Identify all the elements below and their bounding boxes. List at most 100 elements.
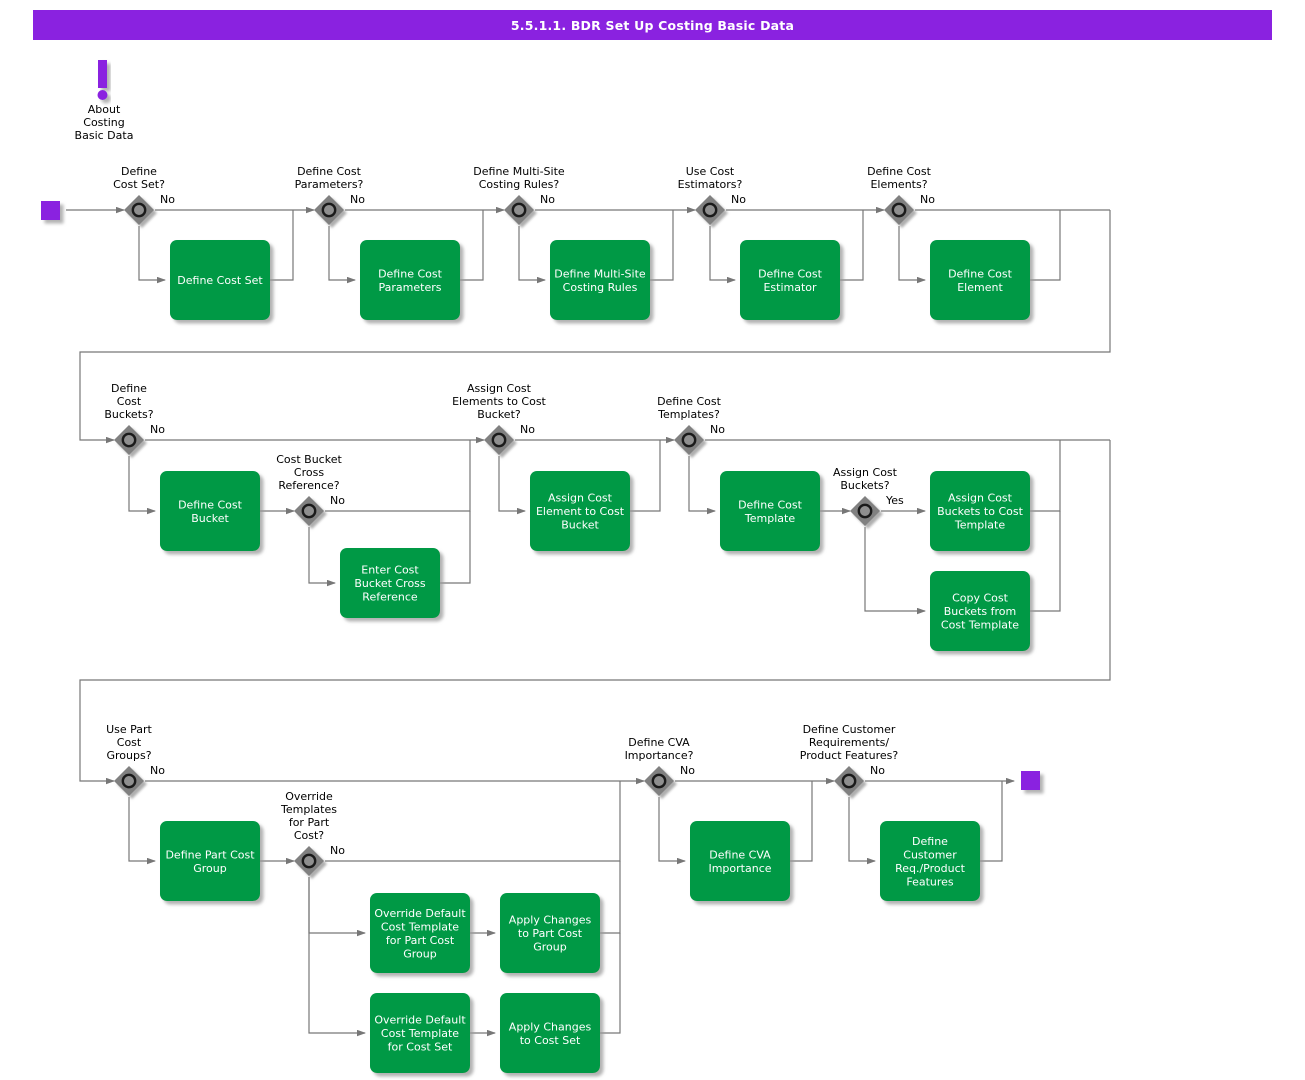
task-label: Bucket Cross xyxy=(354,577,426,590)
gateway-node[interactable]: Define CostParameters? No xyxy=(295,165,366,225)
task-label: Override Default xyxy=(374,907,466,920)
gateway-label: Product Features? xyxy=(800,749,899,762)
gateway-node[interactable]: Assign CostElements to CostBucket? No xyxy=(452,382,547,455)
edge-copy-buckets-merge xyxy=(1030,511,1061,612)
gateway-label: Parameters? xyxy=(295,178,364,191)
gateway-label: Cross xyxy=(294,466,324,479)
edge-t1-merge xyxy=(270,210,294,281)
task-node[interactable]: Define Multi-SiteCosting Rules xyxy=(550,240,650,320)
task-label: Element xyxy=(957,281,1003,294)
edge-g3-yes xyxy=(518,226,546,284)
task-node[interactable]: Copy CostBuckets fromCost Template xyxy=(930,571,1030,651)
edge-t3-merge xyxy=(650,210,674,281)
task-label: Group xyxy=(193,862,227,875)
gateway-branch-label: No xyxy=(150,423,165,436)
task-label: Define Part Cost xyxy=(165,848,255,861)
task-node[interactable]: Assign CostElement to CostBucket xyxy=(530,471,630,551)
gateway-node[interactable]: DefineCostBuckets? No xyxy=(104,382,165,455)
gateway-branch-label: No xyxy=(680,764,695,777)
task-node[interactable]: Enter CostBucket CrossReference xyxy=(340,548,440,618)
task-label: Customer xyxy=(903,848,957,861)
edge-g4-yes xyxy=(709,226,736,284)
task-label: Costing Rules xyxy=(563,281,638,294)
gateway-node[interactable]: Assign CostBuckets? Yes xyxy=(833,466,904,526)
gateway-label: for Part xyxy=(289,816,330,829)
gateway-branch-label: No xyxy=(350,193,365,206)
task-node[interactable]: Define CVAImportance xyxy=(690,821,790,901)
edge-g1-yes xyxy=(138,226,166,284)
gateway-branch-label: No xyxy=(540,193,555,206)
gateway-node[interactable]: Define CustomerRequirements/Product Feat… xyxy=(800,723,899,796)
task-label: Cost Template xyxy=(381,920,459,933)
gateway-label: Buckets? xyxy=(104,408,153,421)
gateway-node[interactable]: DefineCost Set? No xyxy=(113,165,175,225)
task-label: Define CVA xyxy=(709,848,771,861)
gateway-label: Cost Bucket xyxy=(276,453,342,466)
task-node[interactable]: Apply Changesto Part CostGroup xyxy=(500,893,600,973)
gateway-node[interactable]: Cost BucketCrossReference? No xyxy=(276,453,345,526)
task-label: Define Cost xyxy=(948,267,1013,280)
task-label: Features xyxy=(906,875,954,888)
task-label: Parameters xyxy=(379,281,442,294)
gateway-branch-label: No xyxy=(330,494,345,507)
task-node[interactable]: DefineCustomerReq./ProductFeatures xyxy=(880,821,980,901)
gateway-node[interactable]: Define CostTemplates? No xyxy=(657,395,725,455)
task-node[interactable]: Assign CostBuckets to CostTemplate xyxy=(930,471,1030,551)
task-node[interactable]: Define Cost Set xyxy=(170,240,270,320)
task-label: Apply Changes xyxy=(509,914,592,927)
gateway-node[interactable]: Use CostEstimators? No xyxy=(678,165,747,225)
task-node[interactable]: Define CostParameters xyxy=(360,240,460,320)
gateway-node[interactable]: OverrideTemplatesfor PartCost? No xyxy=(280,790,345,876)
task-label: Define Cost Set xyxy=(177,274,263,287)
gateway-label: Elements to Cost xyxy=(452,395,546,408)
edge-g7-no xyxy=(325,440,471,512)
gateway-label: Define Customer xyxy=(803,723,896,736)
gateway-label: Templates? xyxy=(657,408,720,421)
task-node[interactable]: Define CostElement xyxy=(930,240,1030,320)
gateway-label: Bucket? xyxy=(477,408,521,421)
edge-g10-no xyxy=(864,527,926,615)
gateway-label: Importance? xyxy=(625,749,694,762)
gateway-node[interactable]: Define CVAImportance? No xyxy=(625,736,696,796)
gateway-node[interactable]: Define CostElements? No xyxy=(867,165,935,225)
edge-cva-merge xyxy=(790,781,813,862)
task-label: Define Cost xyxy=(178,498,243,511)
task-node[interactable]: Define Part CostGroup xyxy=(160,821,260,901)
task-label: Define Cost xyxy=(738,498,803,511)
task-label: Define Multi-Site xyxy=(554,267,646,280)
task-label: Bucket xyxy=(191,512,229,525)
task-node[interactable]: Override DefaultCost Templatefor Cost Se… xyxy=(370,993,470,1073)
task-label: Estimator xyxy=(763,281,817,294)
edge-g14-yes xyxy=(848,797,876,865)
edge-g5-yes xyxy=(898,226,926,284)
edge-g6-yes xyxy=(128,456,156,515)
task-node[interactable]: Apply Changesto Cost Set xyxy=(500,993,600,1073)
gateway-label: Override xyxy=(285,790,333,803)
edge-g11-yes xyxy=(128,797,156,865)
flowchart-canvas: About Costing Basic Data Define Cost Set… xyxy=(41,60,1111,1073)
task-label: Bucket xyxy=(561,519,599,532)
gateway-label: Groups? xyxy=(106,749,151,762)
task-label: Buckets from xyxy=(944,605,1016,618)
task-label: for Cost Set xyxy=(388,1041,453,1054)
task-label: Cost Template xyxy=(941,619,1019,632)
gateway-branch-label: No xyxy=(710,423,725,436)
gateway-node[interactable]: Use PartCostGroups? No xyxy=(106,723,165,796)
edge-xref-merge xyxy=(440,511,471,584)
about-note-line-1: About xyxy=(88,103,121,116)
task-label: to Part Cost xyxy=(518,927,583,940)
task-label: Define Cost xyxy=(758,267,823,280)
gateway-label: Requirements/ xyxy=(809,736,889,749)
task-node[interactable]: Define CostBucket xyxy=(160,471,260,551)
edge-assign-elem-merge xyxy=(630,440,661,512)
task-label: Element to Cost xyxy=(536,505,625,518)
gateway-label: Buckets? xyxy=(840,479,889,492)
task-node[interactable]: Define CostEstimator xyxy=(740,240,840,320)
task-node[interactable]: Define CostTemplate xyxy=(720,471,820,551)
gateway-label: Define Multi-Site xyxy=(473,165,565,178)
start-marker xyxy=(41,201,60,220)
task-node[interactable]: Override DefaultCost Templatefor Part Co… xyxy=(370,893,470,973)
edge-g9-yes xyxy=(688,456,716,515)
edge-g7-yes xyxy=(308,527,336,587)
gateway-node[interactable]: Define Multi-SiteCosting Rules? No xyxy=(473,165,565,225)
